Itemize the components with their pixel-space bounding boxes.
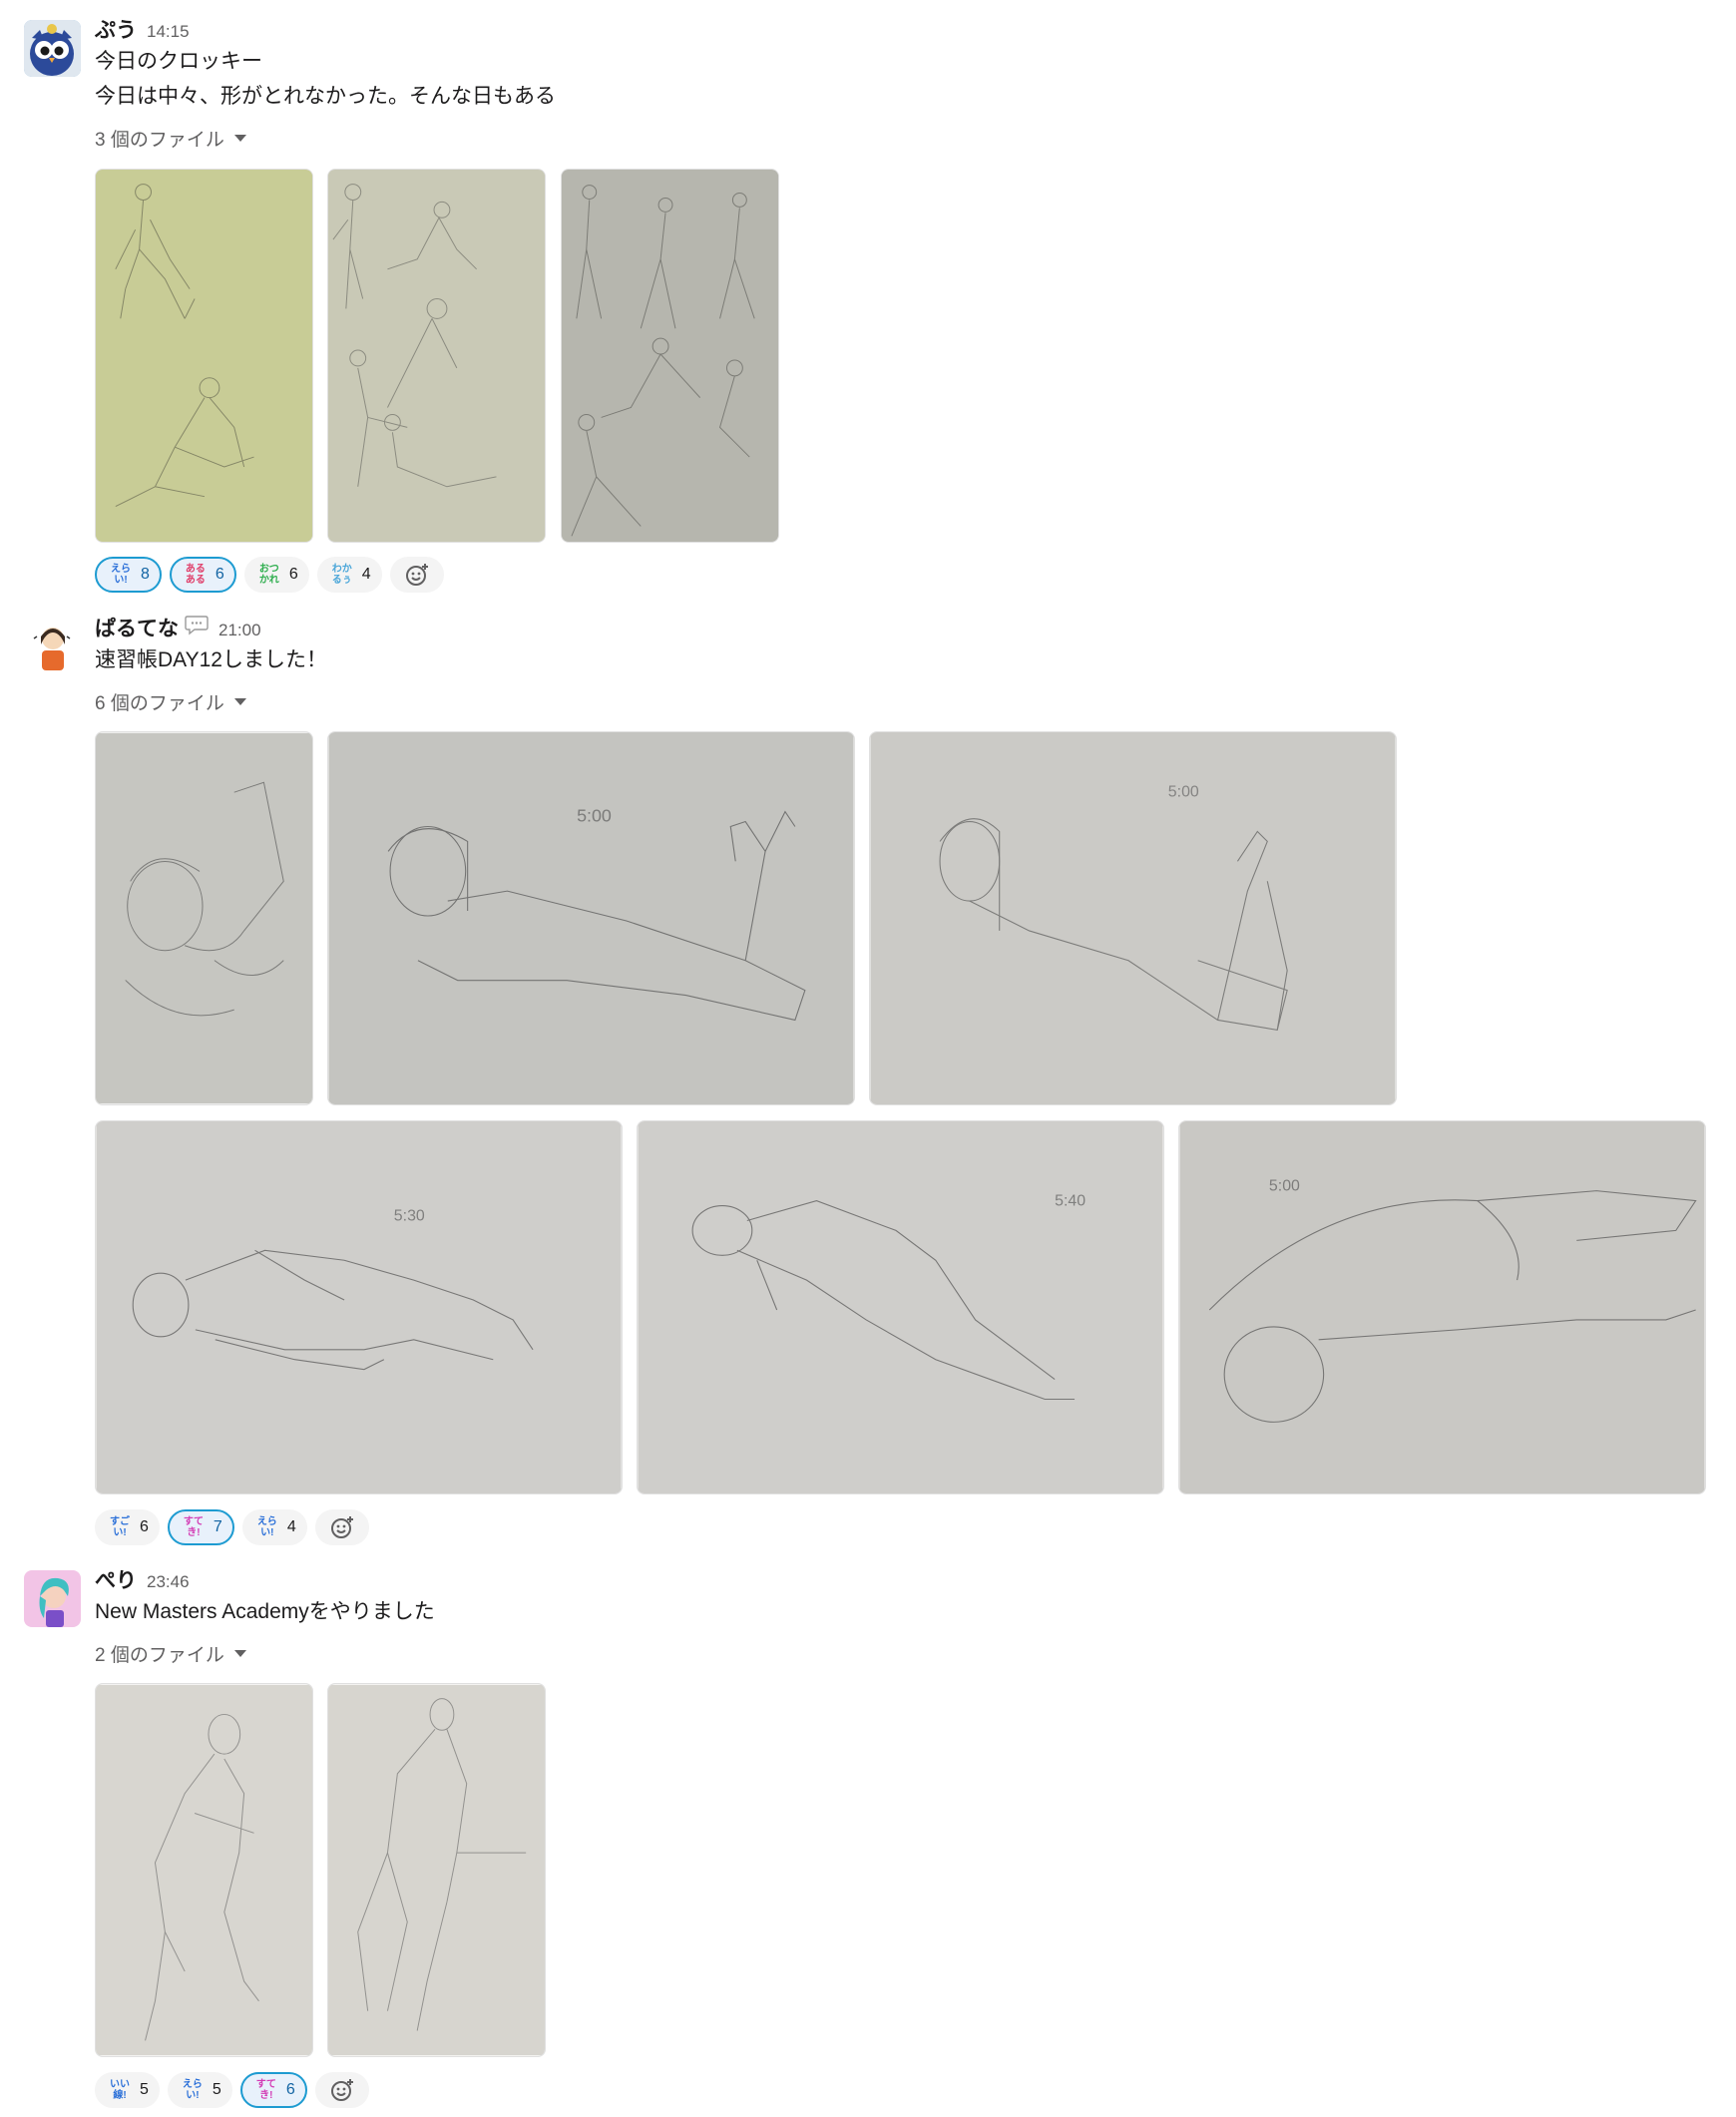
reaction-aruaru[interactable]: ある ある 6	[169, 557, 236, 593]
sketch-image	[328, 170, 545, 542]
user-avatar[interactable]	[24, 1570, 81, 1627]
username[interactable]: ぱるてな	[95, 613, 179, 642]
reaction-count: 4	[361, 566, 371, 583]
image-attachment[interactable]: 5:40	[637, 1120, 1164, 1494]
sketch-image: 5:00	[1179, 1121, 1705, 1493]
reaction-wakaruu[interactable]: わか るぅ 4	[316, 557, 382, 593]
user-avatar[interactable]	[24, 20, 81, 77]
timestamp[interactable]: 21:00	[218, 621, 261, 640]
reaction-count: 7	[213, 1518, 222, 1535]
add-reaction-button[interactable]	[389, 557, 444, 593]
caret-down-icon	[233, 1649, 246, 1657]
message-text-line: 速習帳DAY12しました！	[95, 648, 327, 671]
svg-text:5:00: 5:00	[1269, 1178, 1300, 1195]
image-attachment[interactable]	[95, 169, 313, 543]
reaction-count: 6	[215, 566, 224, 583]
sketch-image	[328, 1684, 545, 2056]
reaction-erai[interactable]: えら い! 8	[95, 557, 162, 593]
reactions-bar: いい 線! 5 えら い! 5 すて き! 6	[95, 2072, 369, 2108]
reaction-iisen[interactable]: いい 線! 5	[95, 2072, 160, 2108]
reaction-suteki[interactable]: すて き! 6	[239, 2072, 307, 2108]
timestamp[interactable]: 14:15	[147, 22, 190, 42]
files-count-label: 3 個のファイル	[95, 129, 224, 151]
message-text-line: 今日は中々、形がとれなかった。そんな日もある	[95, 85, 556, 108]
reaction-count: 6	[140, 1518, 149, 1535]
erai-emoji-icon: えら い!	[111, 564, 131, 586]
reaction-erai[interactable]: えら い! 4	[241, 1509, 307, 1545]
reaction-count: 6	[285, 2081, 295, 2098]
erai-emoji-icon: えら い!	[256, 1516, 277, 1538]
files-count-label: 2 個のファイル	[95, 1644, 224, 1666]
files-toggle[interactable]: 6 個のファイル	[95, 683, 1716, 719]
reaction-sugoi[interactable]: すご い! 6	[95, 1509, 160, 1545]
sugoi-emoji-icon: すご い!	[110, 1516, 130, 1538]
add-reaction-icon	[405, 564, 428, 586]
user-avatar[interactable]	[24, 619, 81, 675]
caret-down-icon	[233, 134, 246, 142]
aruaru-emoji-icon: ある ある	[185, 564, 206, 586]
wakaruu-emoji-icon: わか るぅ	[331, 564, 352, 586]
message-text-line: 今日のクロッキー	[95, 50, 262, 73]
reactions-bar: すご い! 6 すて き! 7 えら い! 4	[95, 1509, 369, 1545]
suteki-emoji-icon: すて き!	[183, 1516, 204, 1538]
reaction-suteki[interactable]: すて き! 7	[167, 1509, 234, 1545]
message-text-line: New Masters Academyをやりました	[95, 1600, 435, 1623]
image-attachment[interactable]	[95, 1683, 313, 2057]
image-attachment[interactable]	[561, 169, 779, 543]
reaction-otsukare[interactable]: おつ かれ 6	[243, 557, 309, 593]
username[interactable]: ぺり	[95, 1564, 137, 1594]
caret-down-icon	[233, 697, 246, 705]
iisen-emoji-icon: いい 線!	[110, 2079, 130, 2101]
suteki-emoji-icon: すて き!	[255, 2079, 276, 2101]
reaction-count: 5	[212, 2081, 221, 2098]
sketch-image: 5:30	[96, 1121, 622, 1493]
add-reaction-button[interactable]	[314, 1509, 369, 1545]
reaction-count: 6	[288, 566, 298, 583]
sketch-image: 5:00	[870, 732, 1396, 1104]
timestamp[interactable]: 23:46	[147, 1572, 190, 1592]
otsukare-emoji-icon: おつ かれ	[258, 564, 279, 586]
files-toggle[interactable]: 2 個のファイル	[95, 1635, 1716, 1671]
reaction-erai[interactable]: えら い! 5	[167, 2072, 232, 2108]
image-attachment[interactable]: 5:00	[327, 731, 855, 1105]
image-attachment[interactable]	[95, 731, 313, 1105]
image-attachment[interactable]: 5:30	[95, 1120, 623, 1494]
image-attachment[interactable]: 5:00	[869, 731, 1397, 1105]
sketch-image	[96, 732, 312, 1104]
svg-text:5:00: 5:00	[577, 806, 612, 826]
image-attachment[interactable]	[327, 1683, 546, 2057]
erai-emoji-icon: えら い!	[182, 2079, 203, 2101]
sketch-image	[96, 1684, 312, 2056]
svg-text:5:40: 5:40	[1055, 1193, 1085, 1210]
svg-text:5:00: 5:00	[1168, 784, 1199, 801]
reaction-count: 5	[140, 2081, 149, 2098]
add-reaction-icon	[330, 2079, 353, 2101]
image-attachment[interactable]: 5:00	[1178, 1120, 1706, 1494]
sketch-image	[562, 170, 778, 542]
add-reaction-icon	[330, 1516, 353, 1538]
add-reaction-button[interactable]	[314, 2072, 369, 2108]
files-count-label: 6 個のファイル	[95, 692, 224, 714]
image-attachment[interactable]	[327, 169, 546, 543]
sketch-image: 5:00	[328, 732, 854, 1104]
reaction-count: 8	[141, 566, 150, 583]
username[interactable]: ぷう	[95, 14, 137, 44]
svg-text:5:30: 5:30	[394, 1207, 425, 1224]
sketch-image: 5:40	[638, 1121, 1163, 1493]
speech-bubble-icon	[185, 616, 209, 635]
sketch-image	[96, 170, 312, 542]
reactions-bar: えら い! 8 ある ある 6 おつ かれ 6 わか るぅ 4	[95, 557, 444, 593]
reaction-count: 4	[286, 1518, 296, 1535]
files-toggle[interactable]: 3 個のファイル	[95, 120, 1716, 156]
